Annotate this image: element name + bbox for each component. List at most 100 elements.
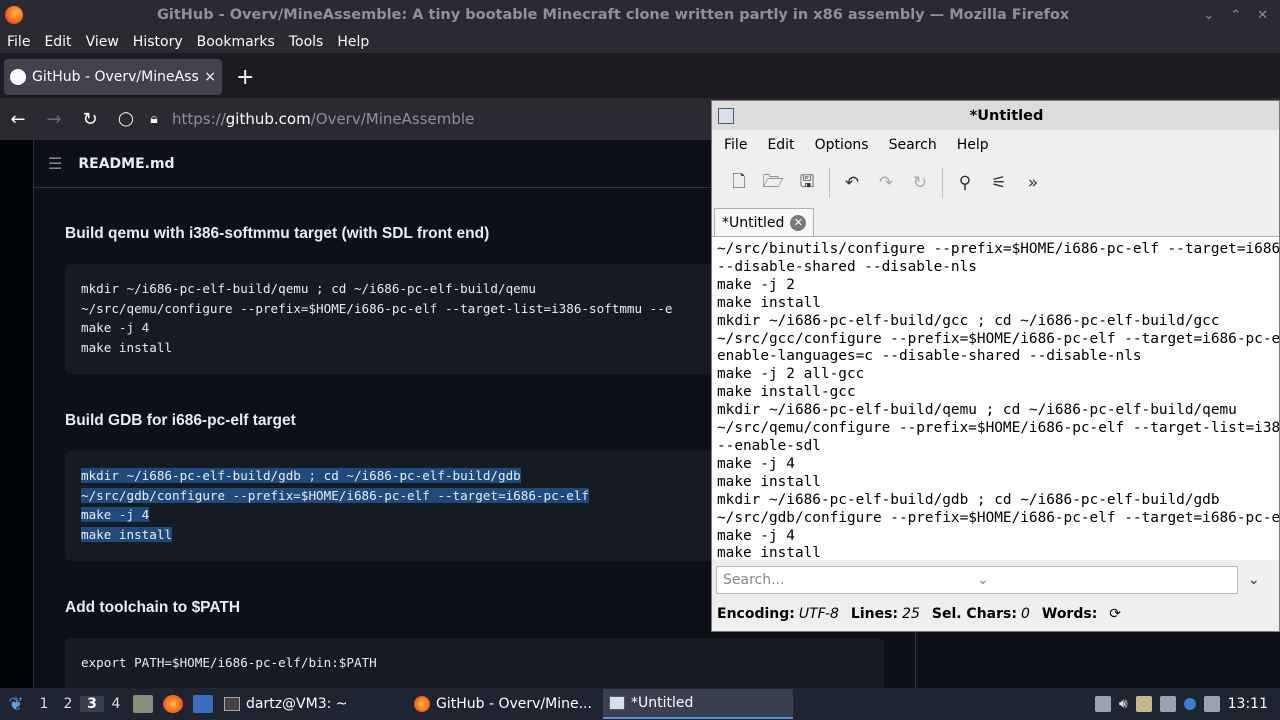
list-icon[interactable]: ☰ [48, 154, 62, 173]
clock[interactable]: 13:11 [1228, 696, 1268, 712]
task-editor[interactable]: *Untitled [603, 689, 793, 719]
workspace-1[interactable]: 1 [32, 696, 56, 712]
close-window-button[interactable]: ✕ [1257, 8, 1268, 23]
workspace-4[interactable]: 4 [104, 696, 128, 712]
section-heading: Build qemu with i386-softmmu target (wit… [65, 225, 490, 242]
menu-view[interactable]: View [86, 34, 119, 50]
section-heading: Add toolchain to $PATH [65, 599, 241, 616]
editor-app-icon [718, 107, 734, 124]
clipboard-icon[interactable] [1135, 696, 1152, 712]
tab-github[interactable]: GitHub - Overv/MineAsse × [4, 59, 222, 95]
menu-help[interactable]: Help [337, 34, 369, 50]
editor-menu-file[interactable]: File [724, 137, 747, 153]
replace-icon[interactable]: ⚟ [984, 168, 1014, 198]
lines-label: Lines: [850, 606, 899, 622]
eject-icon[interactable] [1094, 696, 1111, 712]
file-manager-icon[interactable] [133, 695, 153, 713]
editor-tab-untitled[interactable]: *Untitled ✕ [714, 208, 815, 236]
menu-file[interactable]: File [7, 34, 30, 50]
new-file-icon[interactable]: 🗋︎ [724, 168, 754, 198]
system-tray: 🔊︎ 13:11 [1094, 696, 1280, 712]
workspace-3[interactable]: 3 [80, 696, 104, 712]
lock-icon[interactable]: 🔒︎ [144, 111, 164, 127]
close-tab-icon[interactable]: ✕ [790, 214, 807, 231]
code-block: export PATH=$HOME/i686-pc-elf/bin:$PATH [65, 638, 884, 688]
lines-value: 25 [902, 606, 920, 622]
readme-filename: README.md [78, 155, 175, 172]
taskbar: ❦ 1 2 3 4 dartz@VM3: ~ GitHub - Overv/Mi… [0, 688, 1280, 720]
section-heading: Build GDB for i686-pc-elf target [65, 412, 296, 429]
firefox-icon [414, 696, 430, 712]
undo-icon[interactable]: ↶ [837, 168, 867, 198]
battery-icon[interactable] [1203, 696, 1220, 712]
updates-icon[interactable] [1183, 698, 1196, 710]
tab-bar: GitHub - Overv/MineAsse × + [0, 56, 1280, 98]
url-path: /Overv/MineAssemble [310, 110, 475, 128]
editor-status-bar: Encoding: UTF-8 Lines: 25 Sel. Chars: 0 … [712, 600, 1279, 628]
sel-chars-value: 0 [1020, 606, 1030, 622]
search-history-icon[interactable]: ⌄ [977, 572, 1231, 588]
editor-menu-edit[interactable]: Edit [767, 137, 794, 153]
menu-bar: File Edit View History Bookmarks Tools H… [0, 30, 1280, 53]
display-icon[interactable] [1159, 696, 1176, 712]
editor-tab-label: *Untitled [722, 214, 785, 231]
page-gutter [0, 140, 34, 688]
chevron-down-icon[interactable]: ⌄ [1248, 572, 1260, 588]
editor-menu-search[interactable]: Search [889, 137, 937, 153]
menu-history[interactable]: History [133, 34, 183, 50]
menu-tools[interactable]: Tools [289, 34, 324, 50]
tab-label: GitHub - Overv/MineAsse [32, 69, 199, 85]
task-terminal-label: dartz@VM3: ~ [246, 696, 348, 712]
firefox-icon [5, 6, 23, 24]
editor-icon [609, 696, 625, 710]
window-title: GitHub - Overv/MineAssemble: A tiny boot… [156, 7, 1070, 23]
refresh-icon[interactable]: ⟳ [1109, 606, 1121, 622]
redo-icon[interactable]: ↷ [871, 168, 901, 198]
sel-chars-label: Sel. Chars: [931, 606, 1017, 622]
editor-menu-bar: File Edit Options Search Help [712, 130, 1279, 160]
find-icon[interactable]: ⚲ [950, 168, 980, 198]
editor-toolbar: 🗋︎ 🗁︎ 🖫︎ ↶ ↷ ↻ ⚲ ⚟ » [712, 160, 1279, 206]
start-menu-icon[interactable]: ❦ [0, 694, 32, 715]
editor-tab-bar: *Untitled ✕ [712, 206, 1279, 236]
firefox-launcher-icon[interactable] [163, 695, 183, 713]
editor-menu-options[interactable]: Options [815, 137, 869, 153]
task-terminal[interactable]: dartz@VM3: ~ [218, 689, 408, 719]
editor-text-area[interactable]: ~/src/binutils/configure --prefix=$HOME/… [712, 236, 1279, 560]
save-icon[interactable]: 🖫︎ [792, 168, 822, 198]
forward-icon[interactable]: → [36, 109, 72, 130]
minimize-button[interactable]: ⌄ [1203, 8, 1214, 23]
menu-edit[interactable]: Edit [44, 34, 71, 50]
reload-icon[interactable]: ↻ [72, 109, 108, 130]
shield-icon[interactable]: ◯ [108, 111, 144, 127]
editor-search-bar: Search... ⌄ ⌄ [712, 560, 1279, 600]
close-tab-icon[interactable]: × [204, 69, 216, 85]
encoding-label: Encoding: [717, 606, 795, 622]
editor-titlebar: *Untitled [712, 101, 1279, 130]
url-prefix: https:// [172, 110, 226, 128]
workspace-2[interactable]: 2 [56, 696, 80, 712]
terminal-icon [224, 697, 240, 711]
github-icon [10, 69, 26, 85]
encoding-value: UTF-8 [798, 606, 839, 622]
reload-icon[interactable]: ↻ [905, 168, 935, 198]
open-folder-icon[interactable]: 🗁︎ [758, 168, 788, 198]
editor-title: *Untitled [969, 107, 1044, 124]
search-input[interactable]: Search... ⌄ [716, 566, 1238, 594]
task-firefox-label: GitHub - Overv/Mine... [436, 696, 592, 712]
task-editor-label: *Untitled [631, 695, 694, 711]
url-domain: github.com [225, 110, 311, 128]
back-icon[interactable]: ← [0, 109, 36, 130]
words-label: Words: [1041, 606, 1098, 622]
text-editor-window: *Untitled File Edit Options Search Help … [711, 100, 1280, 632]
editor-menu-help[interactable]: Help [957, 137, 989, 153]
menu-bookmarks[interactable]: Bookmarks [197, 34, 275, 50]
task-firefox[interactable]: GitHub - Overv/Mine... [408, 689, 603, 719]
window-titlebar: GitHub - Overv/MineAssemble: A tiny boot… [0, 0, 1280, 30]
volume-icon[interactable]: 🔊︎ [1119, 696, 1128, 712]
maximize-button[interactable]: ⌃ [1230, 8, 1241, 23]
toolbar-separator [942, 168, 943, 198]
desktop-icon[interactable] [193, 695, 213, 713]
new-tab-button[interactable]: + [236, 65, 254, 90]
more-icon[interactable]: » [1018, 168, 1048, 198]
